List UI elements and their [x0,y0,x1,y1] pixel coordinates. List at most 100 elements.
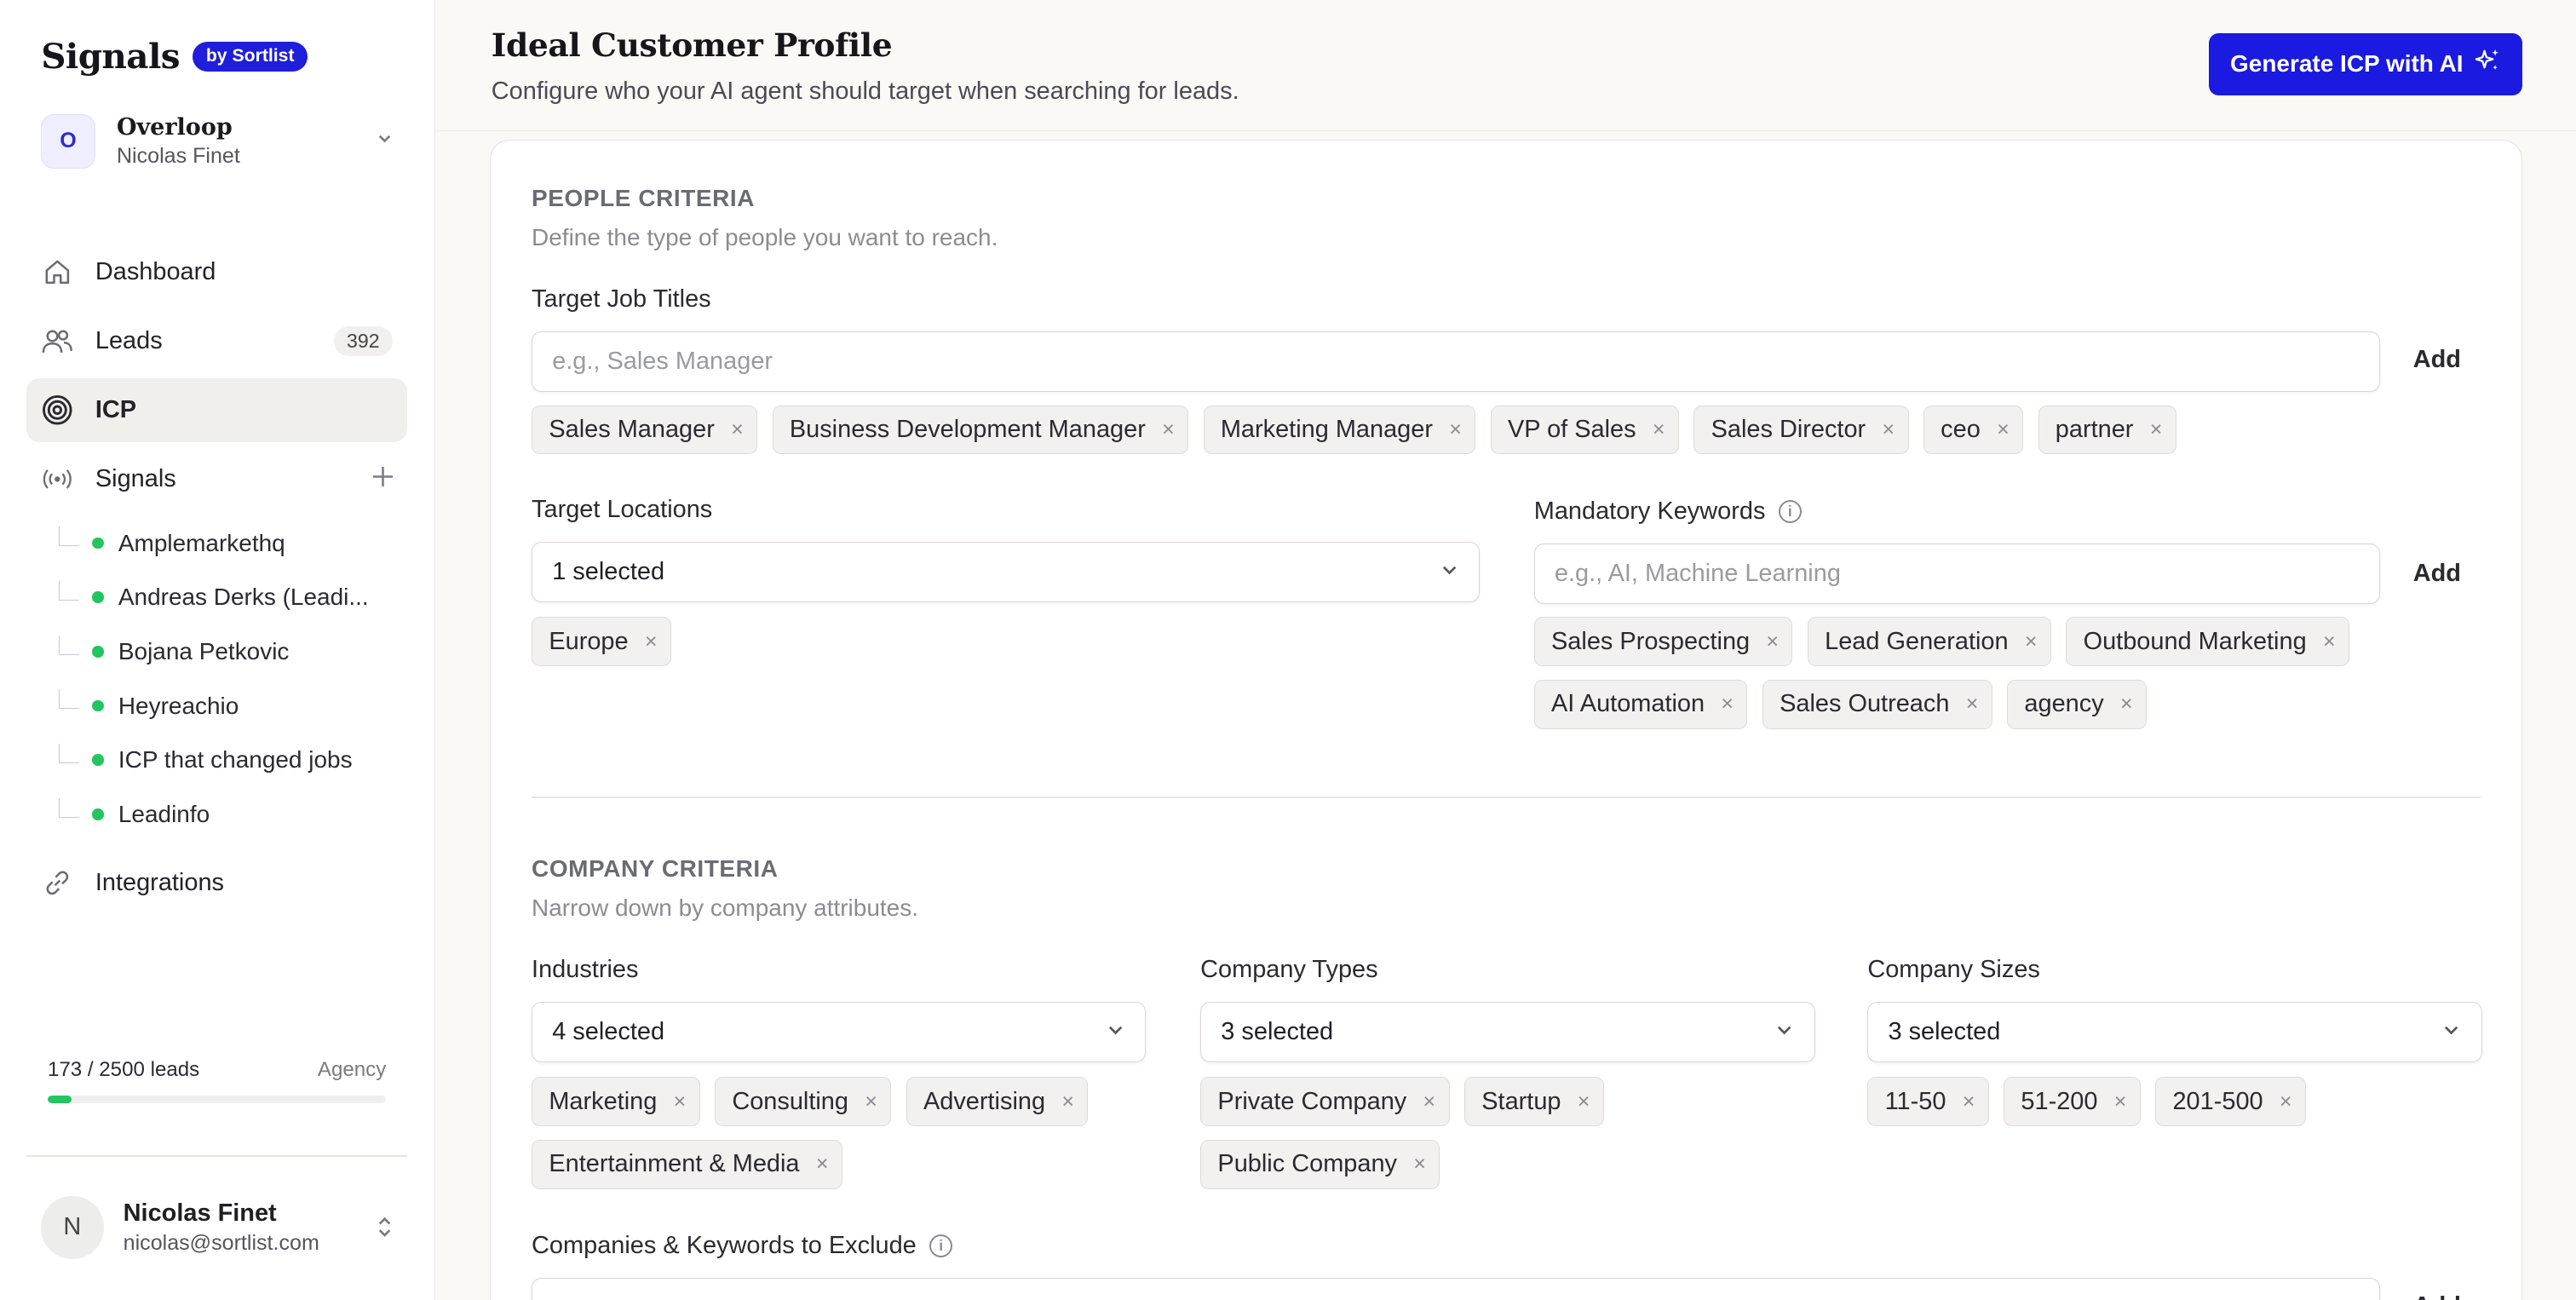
tag-chip: agency × [2007,679,2148,729]
industries-label: Industries [532,956,638,984]
icp-form-card: PEOPLE CRITERIA Define the type of peopl… [489,139,2522,1300]
add-keyword-button[interactable]: Add [2413,560,2461,588]
tree-connector [59,580,79,601]
add-exclude-button[interactable]: Add [2413,1292,2461,1300]
remove-tag-icon[interactable]: × [731,417,744,442]
company-size-tags: 11-50 × 51-200 × 201-500 × [1867,1077,2481,1127]
remove-tag-icon[interactable]: × [674,1090,687,1114]
remove-tag-icon[interactable]: × [865,1090,877,1114]
info-icon[interactable]: i [929,1234,953,1257]
remove-tag-icon[interactable]: × [2025,630,2038,654]
usage-meter: 173 / 2500 leads Agency [47,1058,387,1104]
remove-tag-icon[interactable]: × [2280,1090,2292,1114]
account-menu[interactable]: N Nicolas Finet nicolas@sortlist.com [41,1196,394,1259]
sidebar-item-integrations[interactable]: Integrations [26,851,405,915]
remove-tag-icon[interactable]: × [1449,417,1462,442]
signal-label: Leadinfo [118,800,210,827]
locations-label: Target Locations [532,496,712,524]
signal-label: Andreas Derks (Leadi... [118,584,369,611]
tag-label: Consulting [732,1087,848,1115]
tag-chip: Marketing × [532,1077,700,1127]
tag-chip: VP of Sales × [1490,405,1679,455]
remove-tag-icon[interactable]: × [1721,692,1734,716]
signal-item[interactable]: Leadinfo [59,787,404,842]
exclude-input[interactable] [532,1277,2381,1300]
remove-tag-icon[interactable]: × [2114,1090,2127,1114]
status-dot [92,699,104,712]
tag-label: Sales Outreach [1780,690,1950,718]
sidebar: Signals by Sortlist O Overloop Nicolas F… [0,0,436,1300]
job-title-input[interactable] [532,331,2381,393]
tag-label: Public Company [1217,1150,1398,1178]
locations-select[interactable]: 1 selected [532,541,1481,602]
divider [26,1155,408,1157]
signal-list: Amplemarkethq Andreas Derks (Leadi... Bo… [46,516,404,921]
keyword-input[interactable] [1533,543,2381,604]
tag-chip: Marketing Manager × [1203,405,1476,455]
remove-tag-icon[interactable]: × [1963,1090,1975,1114]
remove-tag-icon[interactable]: × [1766,630,1779,654]
tag-chip: Sales Manager × [532,405,758,455]
remove-tag-icon[interactable]: × [1997,417,2010,442]
tag-chip: Outbound Marketing × [2066,617,2349,667]
company-sizes-selected-value: 3 selected [1888,1017,2001,1045]
locations-label-text: Target Locations [532,495,713,523]
tag-chip: ceo × [1923,405,2024,455]
chevron-down-icon [1106,1020,1125,1044]
brand[interactable]: Signals by Sortlist [41,36,308,77]
tag-label: Advertising [923,1087,1046,1115]
sidebar-item-leads[interactable]: Leads 392 [26,309,408,373]
company-sizes-select[interactable]: 3 selected [1867,1001,2482,1063]
remove-tag-icon[interactable]: × [1413,1152,1426,1176]
sparkles-icon [2475,48,2501,80]
remove-tag-icon[interactable]: × [1578,1090,1590,1114]
tag-chip: AI Automation × [1533,679,1748,729]
tag-chip: Sales Outreach × [1762,679,1992,729]
signal-item[interactable]: Heyreachio [59,679,404,733]
remove-tag-icon[interactable]: × [1423,1090,1436,1114]
tag-chip: Lead Generation × [1807,617,2051,667]
sidebar-item-dashboard[interactable]: Dashboard [26,240,408,304]
info-icon[interactable]: i [1778,499,1802,523]
add-signal-icon[interactable] [371,463,394,496]
signal-item[interactable]: Bojana Petkovic [59,624,404,679]
job-titles-label-text: Target Job Titles [532,285,711,313]
status-dot [92,537,104,549]
tag-label: Business Development Manager [789,415,1146,443]
signal-item[interactable]: ICP that changed jobs [59,733,404,787]
remove-tag-icon[interactable]: × [1162,417,1175,442]
tag-label: Sales Prospecting [1551,627,1751,655]
tag-chip: 201-500 × [2155,1077,2306,1127]
tag-chip: Entertainment & Media × [532,1139,842,1189]
industries-select[interactable]: 4 selected [532,1001,1147,1063]
company-types-select[interactable]: 3 selected [1200,1001,1815,1063]
remove-tag-icon[interactable]: × [2120,692,2133,716]
signal-item[interactable]: Amplemarkethq [59,516,404,571]
usage-count: 173 / 2500 leads [47,1058,200,1082]
company-criteria-description: Narrow down by company attributes. [532,894,918,922]
sidebar-item-signals[interactable]: Signals [26,447,408,511]
remove-tag-icon[interactable]: × [645,630,658,654]
remove-tag-icon[interactable]: × [2150,417,2163,442]
sidebar-item-icp[interactable]: ICP [26,377,408,442]
remove-tag-icon[interactable]: × [816,1152,829,1176]
signal-label: Amplemarkethq [118,529,285,556]
usage-bar-fill [47,1095,72,1104]
remove-tag-icon[interactable]: × [1966,692,1979,716]
tag-label: agency [2024,690,2104,718]
signal-item[interactable]: Andreas Derks (Leadi... [59,570,404,624]
remove-tag-icon[interactable]: × [2323,630,2336,654]
company-types-selected-value: 3 selected [1221,1017,1334,1045]
add-job-title-button[interactable]: Add [2413,346,2461,374]
generate-icp-button[interactable]: Generate ICP with AI [2208,32,2522,95]
remove-tag-icon[interactable]: × [1653,417,1665,442]
remove-tag-icon[interactable]: × [1882,417,1895,442]
remove-tag-icon[interactable]: × [1061,1090,1074,1114]
tag-chip: Business Development Manager × [772,405,1189,455]
chevron-down-icon [1774,1020,1794,1044]
workspace-switcher[interactable]: O Overloop Nicolas Finet [41,108,394,174]
sidebar-item-label: Integrations [95,869,224,897]
job-titles-label: Target Job Titles [532,285,711,313]
leads-count-badge: 392 [333,325,394,356]
page-subtitle: Configure who your AI agent should targe… [491,77,1239,105]
